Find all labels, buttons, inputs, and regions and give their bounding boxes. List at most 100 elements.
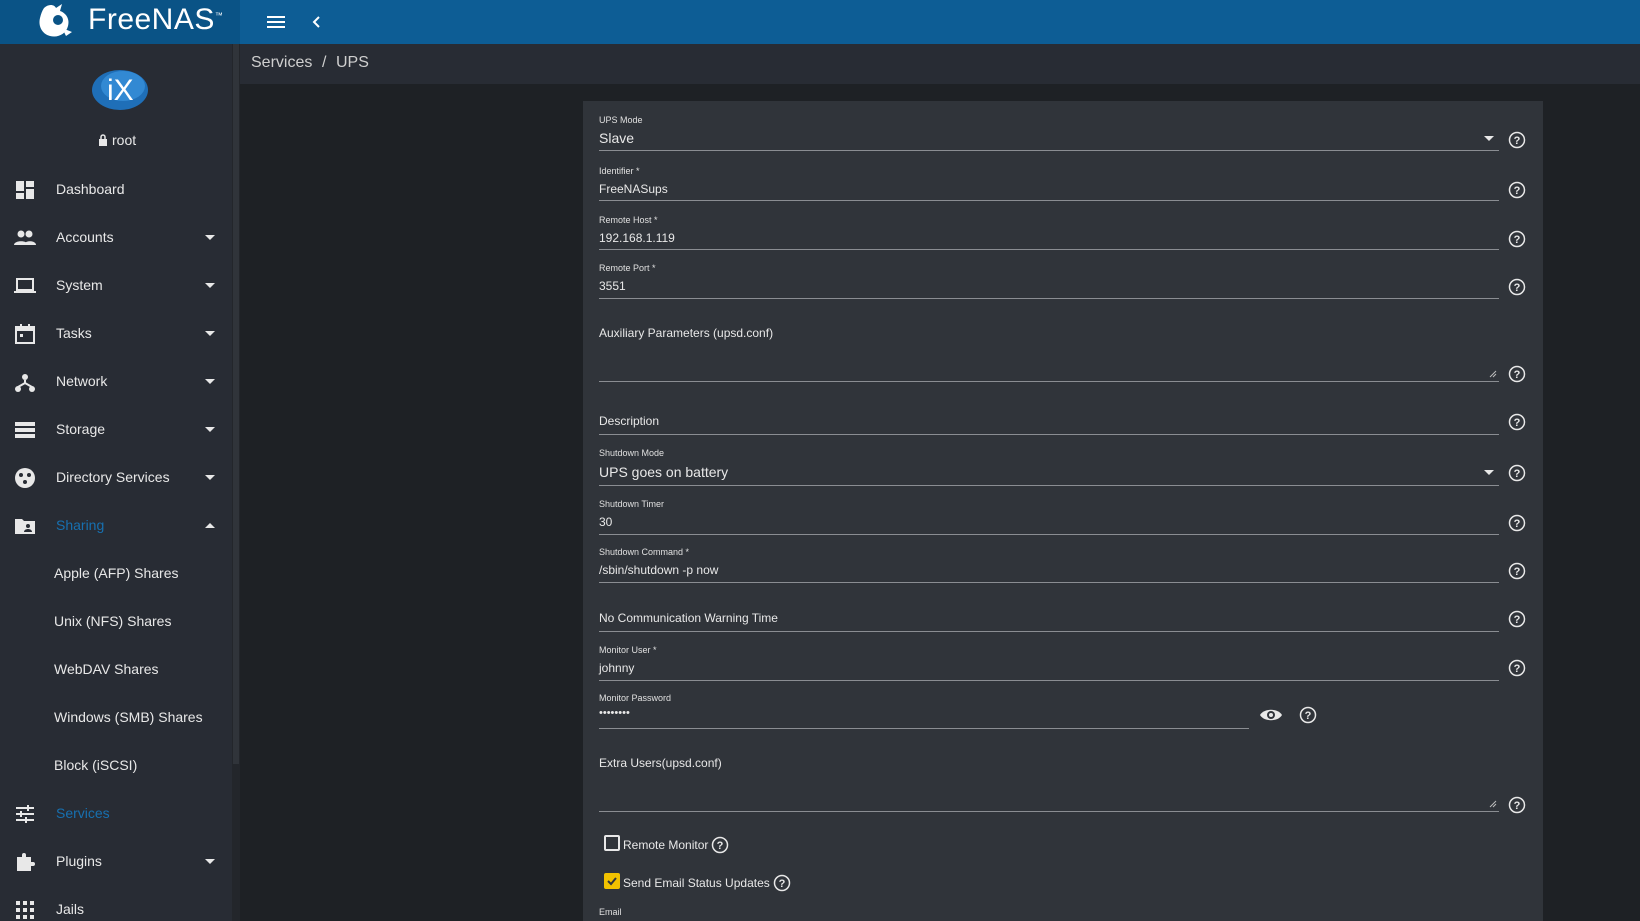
svg-text:iX: iX: [107, 74, 134, 107]
caret-down-icon: [205, 379, 215, 384]
resize-handle-icon[interactable]: [1489, 800, 1497, 808]
field-label: Auxiliary Parameters (upsd.conf): [599, 326, 774, 340]
dropdown-arrow-icon[interactable]: [1484, 136, 1494, 141]
directory-services-icon: [15, 468, 35, 488]
svg-text:?: ?: [1514, 234, 1521, 246]
svg-text:?: ?: [1514, 185, 1521, 197]
nav-label: Plugins: [56, 853, 102, 869]
field-label: Identifier *: [599, 166, 640, 176]
nav-sharing-iscsi[interactable]: Block (iSCSI): [0, 742, 232, 790]
breadcrumb-services[interactable]: Services: [251, 54, 312, 72]
shutdown-command-field[interactable]: Shutdown Command * /sbin/shutdown -p now: [599, 547, 1504, 583]
ix-logo-icon: iX: [92, 70, 148, 110]
nav-jails[interactable]: Jails: [0, 886, 232, 921]
help-icon[interactable]: ?: [1508, 659, 1526, 677]
help-icon[interactable]: ?: [1508, 230, 1526, 248]
nav-sharing-webdav[interactable]: WebDAV Shares: [0, 646, 232, 694]
field-underline: [599, 434, 1499, 435]
field-underline: [599, 298, 1499, 299]
sub-nav-label: Windows (SMB) Shares: [54, 709, 203, 725]
help-icon[interactable]: ?: [711, 836, 729, 854]
nav-network[interactable]: Network: [0, 358, 232, 406]
send-email-checkbox[interactable]: [604, 873, 620, 889]
svg-text:?: ?: [1514, 282, 1521, 294]
ups-mode-select[interactable]: UPS Mode Slave: [599, 115, 1504, 151]
chevron-left-icon[interactable]: [305, 10, 329, 34]
nav-system[interactable]: System: [0, 262, 232, 310]
help-icon[interactable]: ?: [1508, 365, 1526, 383]
help-icon[interactable]: ?: [1508, 464, 1526, 482]
monitor-password-field[interactable]: Monitor Password ••••••••: [599, 693, 1249, 729]
monitor-user-field[interactable]: Monitor User * johnny: [599, 645, 1504, 681]
help-icon[interactable]: ?: [773, 874, 791, 892]
caret-down-icon: [205, 427, 215, 432]
nav-storage[interactable]: Storage: [0, 406, 232, 454]
field-value: 192.168.1.119: [599, 231, 675, 245]
field-label: Monitor User *: [599, 645, 657, 655]
sidebar-scrollbar[interactable]: [232, 44, 240, 921]
field-label: Email: [599, 907, 622, 917]
svg-text:?: ?: [1514, 135, 1521, 147]
shutdown-mode-select[interactable]: Shutdown Mode UPS goes on battery: [599, 448, 1504, 486]
help-icon[interactable]: ?: [1508, 796, 1526, 814]
email-field[interactable]: Email: [599, 907, 1504, 921]
field-value: 30: [599, 515, 613, 529]
resize-handle-icon[interactable]: [1489, 370, 1497, 378]
lock-icon: [99, 134, 107, 146]
remote-host-field[interactable]: Remote Host * 192.168.1.119: [599, 215, 1504, 250]
identifier-field[interactable]: Identifier * FreeNASups: [599, 166, 1504, 201]
sub-nav-label: WebDAV Shares: [54, 661, 159, 677]
svg-text:?: ?: [1514, 566, 1521, 578]
help-icon[interactable]: ?: [1508, 181, 1526, 199]
nav-tasks[interactable]: Tasks: [0, 310, 232, 358]
breadcrumb-current: UPS: [336, 54, 369, 71]
nav-sharing-afp[interactable]: Apple (AFP) Shares: [0, 550, 232, 598]
help-icon[interactable]: ?: [1508, 562, 1526, 580]
shutdown-timer-field[interactable]: Shutdown Timer 30: [599, 499, 1504, 535]
svg-text:?: ?: [1514, 614, 1521, 626]
help-icon[interactable]: ?: [1299, 706, 1317, 724]
send-email-label[interactable]: Send Email Status Updates: [623, 876, 770, 890]
scrollbar-thumb[interactable]: [233, 44, 239, 764]
help-icon[interactable]: ?: [1508, 514, 1526, 532]
nav-sharing-nfs[interactable]: Unix (NFS) Shares: [0, 598, 232, 646]
nav-sharing-smb[interactable]: Windows (SMB) Shares: [0, 694, 232, 742]
top-bar: FreeNAS™: [0, 0, 1640, 44]
apps-icon: [16, 901, 34, 919]
svg-text:?: ?: [1514, 518, 1521, 530]
checkmark-icon: [607, 877, 617, 886]
nav-sharing[interactable]: Sharing: [0, 502, 232, 550]
nav-accounts[interactable]: Accounts: [0, 214, 232, 262]
user-name[interactable]: root: [98, 132, 136, 148]
dropdown-arrow-icon[interactable]: [1484, 470, 1494, 475]
network-icon: [15, 374, 35, 392]
help-icon[interactable]: ?: [1508, 413, 1526, 431]
ups-form-card: UPS Mode Slave ? Identifier * FreeNASups…: [583, 101, 1543, 921]
help-icon[interactable]: ?: [1508, 610, 1526, 628]
nav-dashboard[interactable]: Dashboard: [0, 166, 232, 214]
folder-shared-icon: [15, 519, 35, 534]
auxiliary-parameters-textarea[interactable]: Auxiliary Parameters (upsd.conf): [599, 326, 1504, 386]
remote-port-field[interactable]: Remote Port * 3551: [599, 263, 1504, 299]
field-label: Description: [599, 414, 660, 428]
menu-icon[interactable]: [264, 10, 288, 34]
field-label: Remote Port *: [599, 263, 656, 273]
extra-users-textarea[interactable]: Extra Users(upsd.conf): [599, 756, 1504, 816]
remote-monitor-label[interactable]: Remote Monitor: [623, 838, 708, 852]
help-icon[interactable]: ?: [1508, 278, 1526, 296]
brand[interactable]: FreeNAS™: [0, 0, 240, 44]
no-communication-warning-field[interactable]: No Communication Warning Time: [599, 611, 1504, 633]
eye-icon[interactable]: [1259, 703, 1283, 727]
breadcrumb: Services / UPS: [240, 44, 1640, 84]
remote-monitor-checkbox[interactable]: [604, 835, 620, 851]
field-underline: [599, 200, 1499, 201]
field-underline: [599, 485, 1499, 486]
nav-services[interactable]: Services: [0, 790, 232, 838]
nav-directory-services[interactable]: Directory Services: [0, 454, 232, 502]
nav-plugins[interactable]: Plugins: [0, 838, 232, 886]
description-field[interactable]: Description: [599, 414, 1504, 436]
field-value: FreeNASups: [599, 182, 668, 196]
help-icon[interactable]: ?: [1508, 131, 1526, 149]
field-label: Shutdown Mode: [599, 448, 665, 458]
nav-label: System: [56, 277, 103, 293]
